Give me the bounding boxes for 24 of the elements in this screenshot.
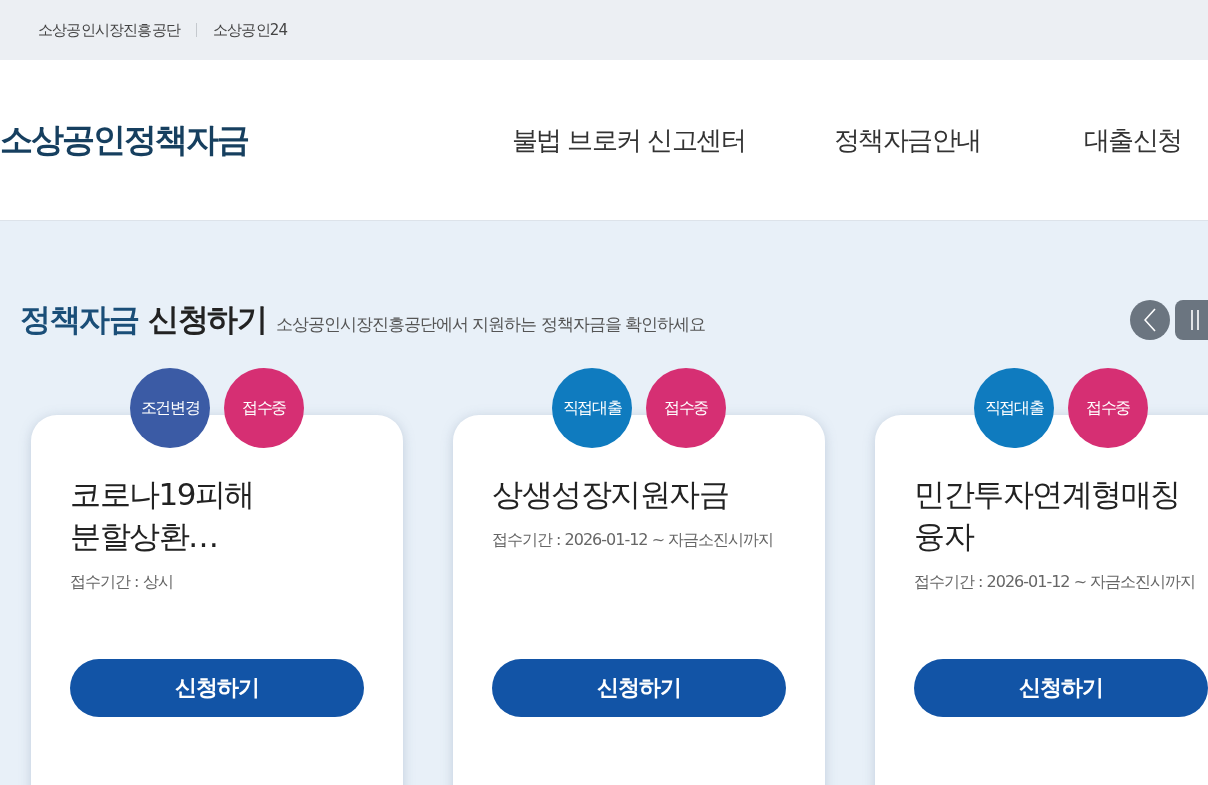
apply-button[interactable]: 신청하기 xyxy=(492,659,786,717)
section-title-highlight: 정책자금 xyxy=(20,300,138,339)
site-logo[interactable]: 소상공인정책자금 xyxy=(0,117,470,163)
apply-button[interactable]: 신청하기 xyxy=(914,659,1208,717)
top-link[interactable]: 소상공인시장진흥공단 xyxy=(38,20,180,40)
nav-link[interactable]: 불법 브로커 신고센터 xyxy=(512,122,834,158)
nav-link[interactable]: 대출신청 xyxy=(1084,122,1182,158)
application-period: 접수기간 : 2026-01-12 ~ 자금소진시까지 xyxy=(492,529,775,551)
status-badge: 접수중 xyxy=(1068,368,1148,448)
status-badge: 접수중 xyxy=(646,368,726,448)
status-badge: 직접대출 xyxy=(552,368,632,448)
apply-button[interactable]: 신청하기 xyxy=(70,659,364,717)
application-period: 접수기간 : 상시 xyxy=(70,571,174,593)
status-badge: 조건변경 xyxy=(130,368,210,448)
section-subtitle: 소상공인시장진흥공단에서 지원하는 정책자금을 확인하세요 xyxy=(276,313,706,336)
fund-title: 코로나19피해 분할상환… xyxy=(70,475,255,556)
fund-title: 상생성장지원자금 xyxy=(492,475,729,514)
fund-title: 민간투자연계형매칭융자 xyxy=(914,475,1181,556)
nav-link[interactable]: 정책자금안내 xyxy=(834,122,1084,158)
section-title: 신청하기 xyxy=(148,300,266,339)
application-period: 접수기간 : 2026-01-12 ~ 자금소진시까지 xyxy=(914,571,1197,593)
status-badge: 접수중 xyxy=(224,368,304,448)
top-link[interactable]: 소상공인24 xyxy=(213,20,288,40)
status-badge: 직접대출 xyxy=(974,368,1054,448)
